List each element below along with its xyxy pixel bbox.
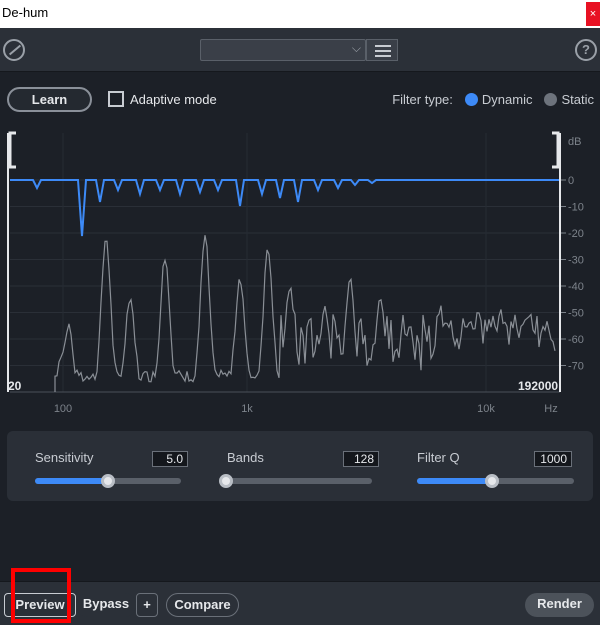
- filter-q-label: Filter Q: [417, 450, 460, 465]
- spectrum-display[interactable]: dB 0 -10 -20 -30 -40 -50 -60 -70 100 1k 10k Hz 20 19…: [0, 125, 600, 420]
- filter-type-selector: Filter type: Dynamic Static: [392, 92, 594, 107]
- adaptive-mode-toggle[interactable]: Adaptive mode: [108, 91, 217, 107]
- bands-label: Bands: [227, 450, 264, 465]
- low-range-label: 20: [8, 379, 22, 393]
- freq-tick-label: 1k: [241, 403, 253, 415]
- help-icon[interactable]: ?: [575, 39, 597, 61]
- render-button[interactable]: Render: [525, 593, 594, 617]
- close-icon[interactable]: ×: [586, 2, 600, 26]
- window-title: De-hum: [2, 5, 49, 20]
- high-range-label: 192000: [518, 379, 558, 393]
- db-tick-label: -60: [568, 334, 584, 346]
- title-bar: De-hum ×: [0, 0, 600, 28]
- dynamic-label[interactable]: Dynamic: [482, 92, 533, 107]
- filter-q-value[interactable]: 1000: [534, 451, 572, 467]
- compare-button[interactable]: Compare: [166, 593, 239, 617]
- bands-slider[interactable]: [219, 474, 372, 488]
- dynamic-radio[interactable]: [464, 93, 478, 106]
- db-unit-label: dB: [568, 136, 581, 148]
- filter-type-label: Filter type:: [392, 92, 453, 107]
- freq-tick-label: Hz: [544, 403, 557, 415]
- sensitivity-label: Sensitivity: [35, 450, 94, 465]
- sensitivity-slider[interactable]: [35, 474, 181, 488]
- db-tick-label: -50: [568, 308, 584, 320]
- dehum-icon: [3, 39, 25, 61]
- learn-button[interactable]: Learn: [7, 87, 92, 112]
- filter-q-slider-thumb[interactable]: [485, 474, 500, 488]
- preset-menu-button[interactable]: [366, 39, 398, 61]
- db-tick-label: -70: [568, 361, 584, 373]
- sensitivity-value[interactable]: 5.0: [152, 451, 188, 467]
- bottom-bar: Preview Bypass + Compare Render: [0, 581, 600, 625]
- freq-tick-label: 10k: [477, 403, 495, 415]
- filter-q-slider[interactable]: [417, 474, 574, 488]
- static-label[interactable]: Static: [561, 92, 594, 107]
- bypass-button[interactable]: Bypass: [76, 593, 136, 617]
- db-tick-label: -20: [568, 228, 584, 240]
- bands-slider-thumb[interactable]: [219, 474, 233, 488]
- module-header: ⌵ ?: [0, 28, 600, 72]
- freq-tick-label: 100: [54, 403, 72, 415]
- bands-value[interactable]: 128: [343, 451, 379, 467]
- db-tick-label: -30: [568, 255, 584, 267]
- adaptive-mode-label: Adaptive mode: [130, 91, 217, 107]
- parameter-panel: Sensitivity 5.0 Bands 128 Filter Q 1000: [7, 431, 593, 501]
- adaptive-mode-checkbox[interactable]: [108, 91, 124, 107]
- chevron-down-icon: ⌵: [351, 41, 361, 55]
- sensitivity-slider-thumb[interactable]: [101, 474, 115, 488]
- spectrum-svg: dB 0 -10 -20 -30 -40 -50 -60 -70 100 1k 10k Hz 20 19…: [0, 125, 600, 420]
- static-radio[interactable]: [544, 93, 558, 106]
- preview-button[interactable]: Preview: [4, 593, 76, 617]
- db-tick-label: -40: [568, 281, 584, 293]
- preset-dropdown[interactable]: ⌵: [200, 39, 366, 61]
- db-tick-label: 0: [568, 175, 574, 187]
- db-tick-label: -10: [568, 202, 584, 214]
- add-compare-button[interactable]: +: [136, 593, 158, 617]
- menu-icon: [375, 45, 391, 47]
